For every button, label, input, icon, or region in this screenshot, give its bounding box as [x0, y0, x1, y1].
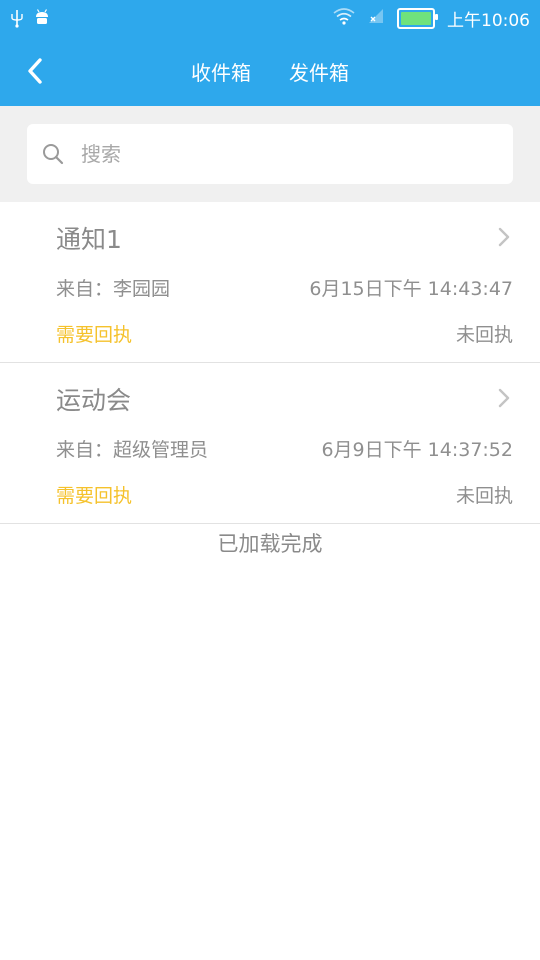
list-item[interactable]: 运动会 来自：超级管理员 6月9日下午 14:37:52 需要回执 未回执: [0, 363, 540, 524]
search-area: [0, 106, 540, 202]
wifi-icon: [333, 7, 355, 30]
usb-icon: [10, 8, 24, 32]
battery-icon: [397, 8, 438, 29]
notice-title: 通知1: [56, 225, 122, 254]
status-bar: 上午10:06: [0, 0, 540, 36]
mailbox-tabs: 收件箱 发件箱: [0, 36, 540, 106]
notice-time: 6月9日下午 14:37:52: [321, 439, 513, 461]
android-debug-icon: [34, 9, 50, 31]
notice-sender: 来自：超级管理员: [56, 439, 209, 461]
notice-time: 6月15日下午 14:43:47: [309, 278, 513, 300]
status-right-icons: 上午10:06: [333, 6, 530, 31]
list-item[interactable]: 通知1 来自：李园园 6月15日下午 14:43:47 需要回执 未回执: [0, 202, 540, 363]
status-time: 上午10:06: [447, 11, 530, 31]
notice-title: 运动会: [56, 386, 132, 415]
battery-level: [401, 12, 431, 25]
receipt-status: 未回执: [455, 324, 513, 346]
search-box[interactable]: [27, 124, 513, 184]
receipt-required-label: 需要回执: [56, 324, 133, 346]
signal-icon: [367, 7, 385, 30]
status-left-icons: [10, 8, 50, 32]
load-status: 已加载完成: [217, 532, 323, 556]
chevron-right-icon: [498, 388, 510, 408]
chevron-right-icon: [498, 227, 510, 247]
search-icon: [41, 142, 65, 166]
receipt-status: 未回执: [455, 485, 513, 507]
tab-inbox[interactable]: 收件箱: [191, 57, 251, 86]
header-bar: 收件箱 发件箱: [0, 36, 540, 106]
tab-outbox[interactable]: 发件箱: [289, 57, 349, 86]
search-input[interactable]: [79, 133, 483, 175]
notice-sender: 来自：李园园: [56, 278, 171, 300]
receipt-required-label: 需要回执: [56, 485, 133, 507]
notice-list: 通知1 来自：李园园 6月15日下午 14:43:47 需要回执 未回执 运动会…: [0, 202, 540, 524]
